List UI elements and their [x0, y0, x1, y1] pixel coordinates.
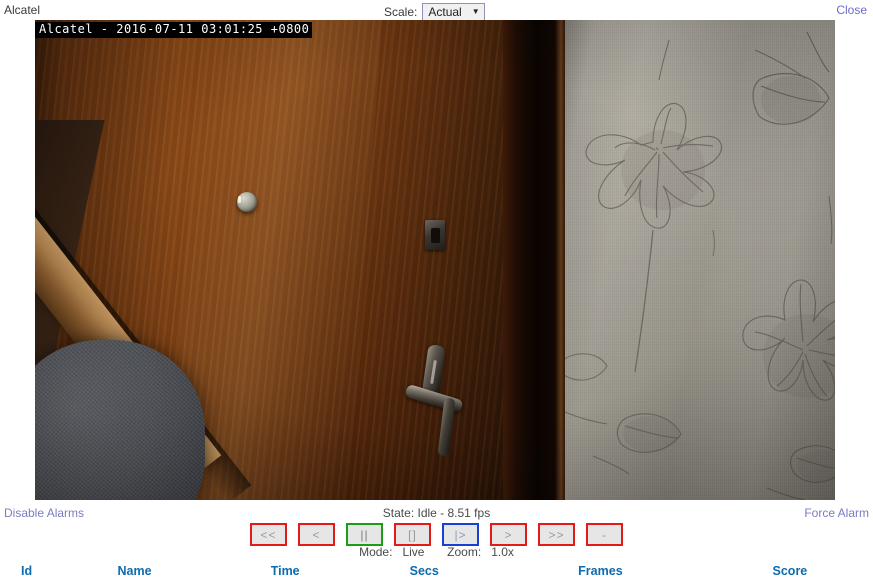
mode-zoom-row: Mode: Live Zoom: 1.0x	[0, 545, 873, 559]
scale-label: Scale:	[384, 5, 418, 19]
monitor-name-label: Alcatel	[4, 3, 41, 17]
fast-rewind-button[interactable]: <<	[250, 523, 287, 546]
events-column-header-time[interactable]: Time	[216, 560, 354, 582]
fast-forward-button[interactable]: >>	[538, 523, 575, 546]
scale-select[interactable]: Actual ▼	[422, 3, 485, 21]
zoom-out-button[interactable]: -	[586, 523, 623, 546]
step-back-button[interactable]: <	[298, 523, 335, 546]
zoom-value: 1.0x	[491, 545, 514, 559]
monitor-state-text: State: Idle - 8.51 fps	[382, 506, 491, 520]
events-column-header-frames[interactable]: Frames	[494, 560, 707, 582]
live-video-stream[interactable]: Alcatel - 2016-07-11 03:01:25 +0800	[35, 20, 835, 500]
door-knob-glint	[238, 196, 241, 203]
close-link[interactable]: Close	[836, 3, 867, 17]
monitor-live-view: Alcatel Scale: Actual ▼ Close Alcatel - …	[0, 0, 873, 583]
force-alarm-link[interactable]: Force Alarm	[804, 506, 869, 520]
wallpaper-background	[563, 20, 835, 500]
video-scene	[35, 20, 835, 500]
events-column-header-name[interactable]: Name	[53, 560, 216, 582]
stop-button[interactable]: []	[394, 523, 431, 546]
play-button[interactable]: |>	[442, 523, 479, 546]
events-column-header-secs[interactable]: Secs	[354, 560, 494, 582]
chevron-down-icon: ▼	[471, 6, 480, 16]
top-toolbar: Alcatel Scale: Actual ▼ Close	[0, 0, 873, 22]
mode-value: Live	[402, 545, 425, 559]
pause-button[interactable]: ||	[346, 523, 383, 546]
scale-selected-value: Actual	[428, 4, 462, 19]
playback-controls: << < ||[] |> > >> -	[0, 523, 873, 546]
step-forward-button[interactable]: >	[490, 523, 527, 546]
events-header-row: Id Name Time Secs Frames Score	[0, 560, 873, 582]
events-column-header-id[interactable]: Id	[0, 560, 53, 582]
wallpaper-floral-pattern	[563, 31, 835, 500]
door-latch-hole	[431, 228, 440, 243]
events-table: Id Name Time Secs Frames Score	[0, 560, 873, 582]
video-timestamp-overlay: Alcatel - 2016-07-11 03:01:25 +0800	[35, 22, 313, 38]
door-edge-highlight	[555, 20, 565, 500]
status-row: Disable Alarms State: Idle - 8.51 fps Fo…	[0, 504, 873, 524]
events-column-header-score[interactable]: Score	[707, 560, 873, 582]
events-table-head: Id Name Time Secs Frames Score	[0, 560, 873, 582]
mode-label: Mode:	[359, 545, 393, 559]
zoom-label: Zoom:	[447, 545, 482, 559]
scale-control-group: Scale: Actual ▼	[384, 3, 485, 21]
